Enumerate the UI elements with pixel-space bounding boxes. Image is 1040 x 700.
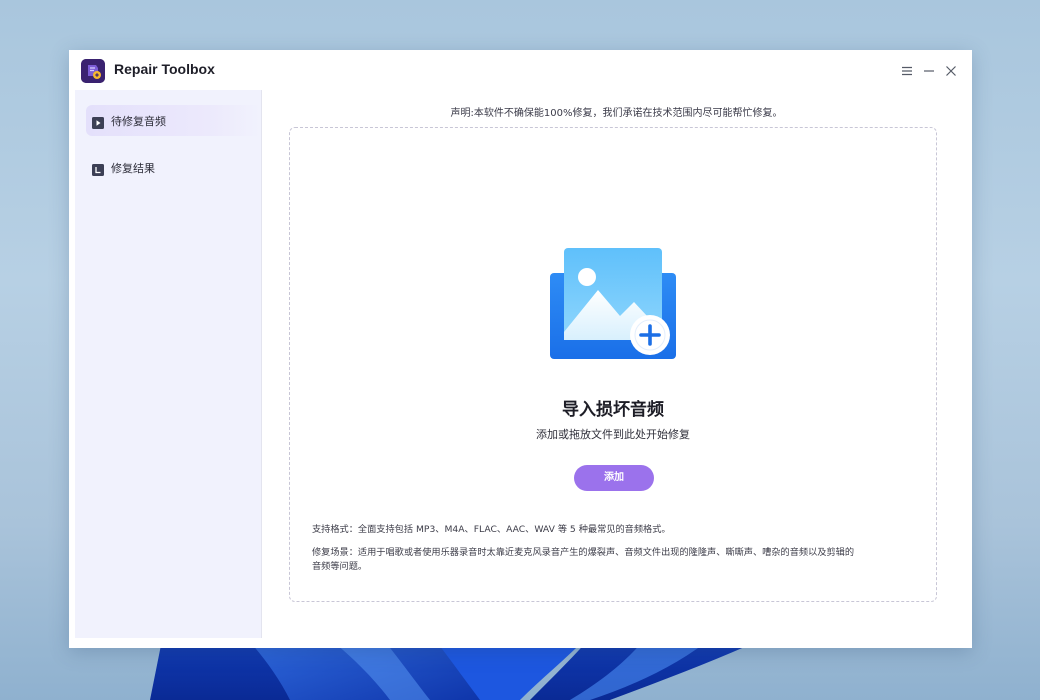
file-drop-zone[interactable]: 导入损坏音频 添加或拖放文件到此处开始修复 添加 支持格式：全面支持包括 MP3… [289,127,937,602]
sidebar-item-label: 修复结果 [111,162,155,175]
image-add-icon [550,246,680,364]
import-subtitle: 添加或拖放文件到此处开始修复 [536,428,690,441]
sidebar-item-repair-results[interactable]: 修复结果 [86,152,261,183]
disclaimer-text: 声明:本软件不确保能100%修复，我们承诺在技术范围内尽可能帮忙修复。 [450,108,783,119]
app-window: Repair Toolbox 待修复音频 修复结果 声明:本软件不确保能100%… [69,50,972,648]
app-title: Repair Toolbox [114,61,215,77]
close-icon[interactable] [943,63,959,79]
play-file-icon [92,114,104,129]
add-button[interactable]: 添加 [574,465,654,491]
import-title: 导入损坏音频 [562,400,664,420]
sidebar-item-pending-audio[interactable]: 待修复音频 [86,105,261,136]
menu-icon[interactable] [899,63,915,79]
result-file-icon [92,161,104,176]
supported-formats-text: 支持格式：全面支持包括 MP3、M4A、FLAC、AAC、WAV 等 5 种最常… [312,524,671,535]
sidebar: 待修复音频 修复结果 [75,90,262,638]
repair-scenario-text-continued: 音频等问题。 [312,561,368,572]
title-bar[interactable]: Repair Toolbox [69,50,972,90]
repair-toolbox-logo [81,59,105,83]
minimize-icon[interactable] [921,63,937,79]
repair-scenario-text: 修复场景：适用于唱歌或者使用乐器录音时太靠近麦克风录音产生的爆裂声、音频文件出现… [312,547,855,558]
sidebar-item-label: 待修复音频 [111,115,166,128]
